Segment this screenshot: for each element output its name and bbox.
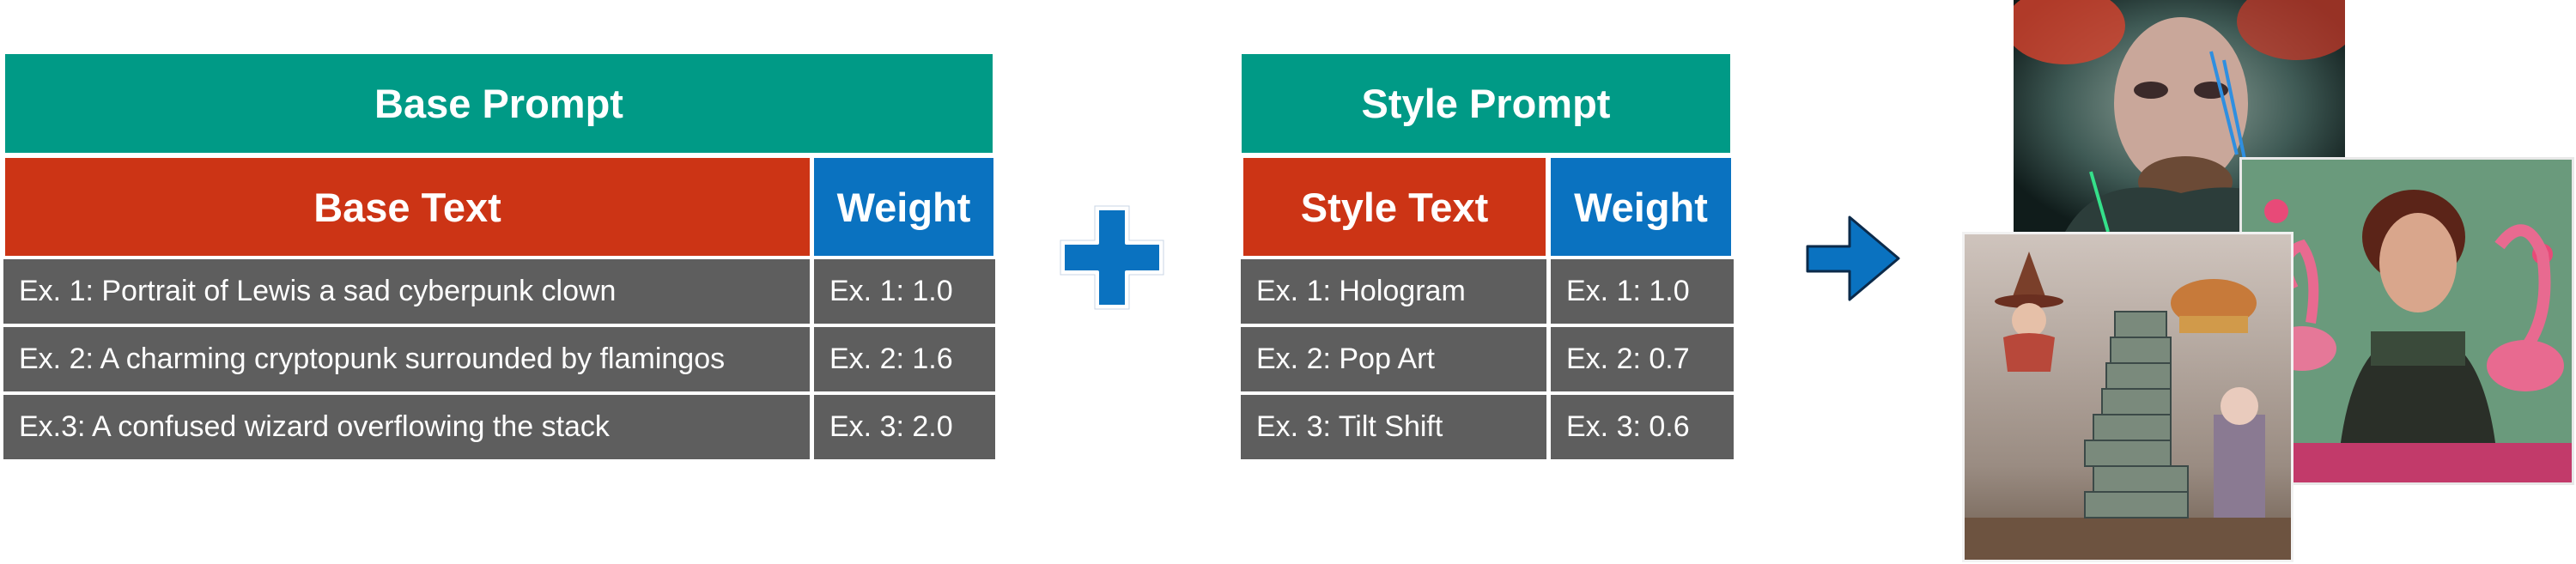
style-weight-header: Weight: [1551, 158, 1731, 256]
style-text-cell: Ex. 1: Hologram: [1241, 259, 1546, 324]
base-text-header: Base Text: [5, 158, 810, 256]
style-weight-cell: Ex. 2: 0.7: [1551, 327, 1734, 391]
style-prompt-title: Style Prompt: [1242, 54, 1730, 153]
arrow-right-icon: [1806, 215, 1900, 301]
base-text-cell: Ex. 2: A charming cryptopunk surrounded …: [3, 327, 810, 391]
base-weight-cell: Ex. 3: 2.0: [814, 395, 995, 459]
base-weight-cell: Ex. 2: 1.6: [814, 327, 995, 391]
style-weight-cell: Ex. 3: 0.6: [1551, 395, 1734, 459]
base-prompt-title: Base Prompt: [5, 54, 993, 153]
base-text-cell: Ex.3: A confused wizard overflowing the …: [3, 395, 810, 459]
style-text-header: Style Text: [1243, 158, 1546, 256]
style-text-cell: Ex. 3: Tilt Shift: [1241, 395, 1546, 459]
base-weight-header: Weight: [814, 158, 993, 256]
tilt-shift-wizard-image: [1962, 232, 2293, 562]
base-weight-cell: Ex. 1: 1.0: [814, 259, 995, 324]
style-weight-cell: Ex. 1: 1.0: [1551, 259, 1734, 324]
style-text-cell: Ex. 2: Pop Art: [1241, 327, 1546, 391]
plus-icon: [1060, 205, 1164, 310]
base-text-cell: Ex. 1: Portrait of Lewis a sad cyberpunk…: [3, 259, 810, 324]
